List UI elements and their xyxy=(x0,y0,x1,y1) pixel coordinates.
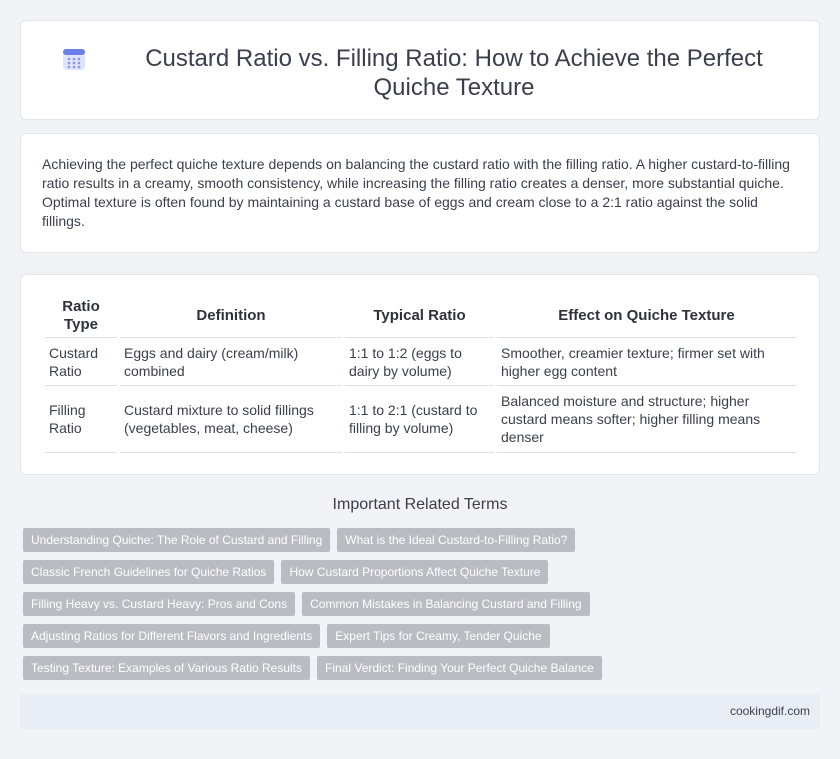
tag-row: Understanding Quiche: The Role of Custar… xyxy=(23,528,803,552)
tag-row: Testing Texture: Examples of Various Rat… xyxy=(23,656,803,680)
related-term-tag[interactable]: Adjusting Ratios for Different Flavors a… xyxy=(23,624,321,648)
intro-card: Achieving the perfect quiche texture dep… xyxy=(20,133,820,253)
table-cell: Eggs and dairy (cream/milk) combined xyxy=(120,338,342,386)
related-term-tag[interactable]: Classic French Guidelines for Quiche Rat… xyxy=(23,560,275,584)
column-header-ratio-type: Ratio Type xyxy=(45,294,117,338)
table-row: Filling Ratio Custard mixture to solid f… xyxy=(45,386,796,453)
table-row: Custard Ratio Eggs and dairy (cream/milk… xyxy=(45,338,796,386)
related-term-tag[interactable]: Understanding Quiche: The Role of Custar… xyxy=(23,528,331,552)
table-card: Ratio Type Definition Typical Ratio Effe… xyxy=(20,274,820,475)
related-term-tag[interactable]: Common Mistakes in Balancing Custard and… xyxy=(302,592,590,616)
related-term-tag[interactable]: Filling Heavy vs. Custard Heavy: Pros an… xyxy=(23,592,296,616)
footer-site-link[interactable]: cookingdif.com xyxy=(730,704,810,718)
related-term-tag[interactable]: Final Verdict: Finding Your Perfect Quic… xyxy=(317,656,602,680)
related-term-tag[interactable]: What is the Ideal Custard-to-Filling Rat… xyxy=(337,528,576,552)
page-title: Custard Ratio vs. Filling Ratio: How to … xyxy=(145,45,763,101)
footer: cookingdif.com xyxy=(20,694,820,729)
related-term-tag[interactable]: How Custard Proportions Affect Quiche Te… xyxy=(281,560,549,584)
table-cell: Filling Ratio xyxy=(45,386,117,453)
ratio-table: Ratio Type Definition Typical Ratio Effe… xyxy=(42,294,799,453)
related-terms-title: Important Related Terms xyxy=(332,496,508,513)
related-term-tag[interactable]: Testing Texture: Examples of Various Rat… xyxy=(23,656,311,680)
calendar-icon xyxy=(63,49,85,70)
table-cell: 1:1 to 2:1 (custard to filling by volume… xyxy=(345,386,494,453)
table-cell: Custard Ratio xyxy=(45,338,117,386)
column-header-definition: Definition xyxy=(120,294,342,338)
column-header-effect: Effect on Quiche Texture xyxy=(497,294,796,338)
table-cell: 1:1 to 1:2 (eggs to dairy by volume) xyxy=(345,338,494,386)
table-header-row: Ratio Type Definition Typical Ratio Effe… xyxy=(45,294,796,338)
intro-paragraph: Achieving the perfect quiche texture dep… xyxy=(42,156,790,229)
related-term-tag[interactable]: Expert Tips for Creamy, Tender Quiche xyxy=(327,624,550,648)
table-cell: Balanced moisture and structure; higher … xyxy=(497,386,796,453)
tag-row: Adjusting Ratios for Different Flavors a… xyxy=(23,624,803,648)
tag-row: Filling Heavy vs. Custard Heavy: Pros an… xyxy=(23,592,803,616)
header-card: Custard Ratio vs. Filling Ratio: How to … xyxy=(20,20,820,120)
column-header-typical-ratio: Typical Ratio xyxy=(345,294,494,338)
table-cell: Custard mixture to solid fillings (veget… xyxy=(120,386,342,453)
table-cell: Smoother, creamier texture; firmer set w… xyxy=(497,338,796,386)
related-terms-list: Understanding Quiche: The Role of Custar… xyxy=(23,528,803,688)
tag-row: Classic French Guidelines for Quiche Rat… xyxy=(23,560,803,584)
